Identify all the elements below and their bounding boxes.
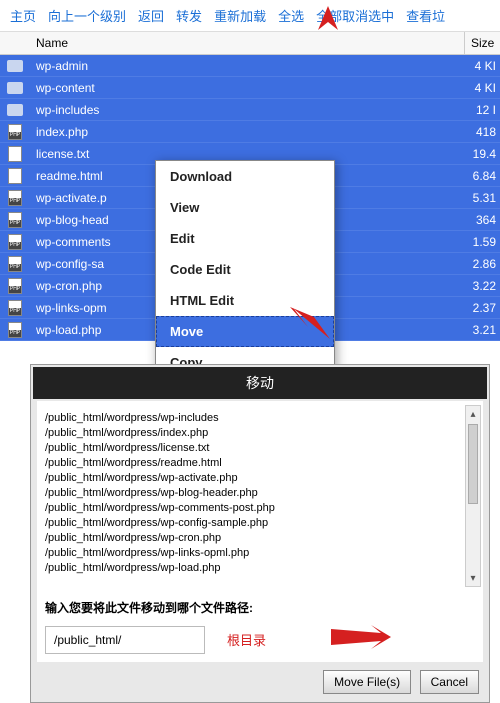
dialog-input-row: 根目录	[37, 618, 483, 662]
path-line: /public_html/wordpress/index.php	[45, 426, 475, 441]
file-name: wp-content	[30, 81, 465, 95]
path-line: /public_html/wordpress/wp-cron.php	[45, 531, 475, 546]
move-dialog: 移动 /public_html/wordpress/wp-includes/pu…	[30, 364, 490, 703]
file-size: 2.86	[465, 257, 500, 271]
path-line: /public_html/wordpress/wp-comments-post.…	[45, 501, 475, 516]
cancel-button[interactable]: Cancel	[420, 670, 479, 694]
file-size: 1.59	[465, 235, 500, 249]
annotation-root-label: 根目录	[227, 630, 266, 649]
dialog-title: 移动	[33, 367, 487, 399]
file-size: 364	[465, 213, 500, 227]
php-icon	[8, 234, 22, 250]
destination-path-input[interactable]	[45, 626, 205, 654]
toolbar-reload[interactable]: 重新加载	[214, 6, 266, 25]
top-toolbar: 主页 向上一个级别 返回 转发 重新加载 全选 全部取消选中 查看垃	[0, 0, 500, 32]
col-header-size[interactable]: Size	[465, 32, 500, 54]
txt-icon	[8, 146, 22, 162]
scroll-down-icon[interactable]: ▾	[466, 570, 480, 586]
file-size: 6.84	[465, 169, 500, 183]
path-line: /public_html/wordpress/wp-config-sample.…	[45, 516, 475, 531]
ctx-item-view[interactable]: View	[156, 192, 334, 223]
php-icon	[8, 124, 22, 140]
file-row[interactable]: wp-content4 KI	[0, 77, 500, 99]
path-line: /public_html/wordpress/wp-activate.php	[45, 471, 475, 486]
toolbar-trash[interactable]: 查看垃	[406, 6, 445, 25]
path-line: /public_html/wordpress/wp-includes	[45, 411, 475, 426]
file-row[interactable]: index.php418	[0, 121, 500, 143]
toolbar-home[interactable]: 主页	[10, 6, 36, 25]
dialog-buttons: Move File(s) Cancel	[31, 662, 489, 702]
scroll-thumb[interactable]	[468, 424, 478, 504]
file-size: 3.22	[465, 279, 500, 293]
folder-icon	[7, 60, 23, 72]
col-header-name[interactable]: Name	[30, 32, 465, 54]
php-icon	[8, 322, 22, 338]
file-name: license.txt	[30, 147, 465, 161]
toolbar-back[interactable]: 返回	[138, 6, 164, 25]
file-name: wp-admin	[30, 59, 465, 73]
php-icon	[8, 212, 22, 228]
toolbar-forward[interactable]: 转发	[176, 6, 202, 25]
file-size: 12 I	[465, 103, 500, 117]
file-pane: Name Size wp-admin4 KIwp-content4 KIwp-i…	[0, 32, 500, 341]
file-size: 19.4	[465, 147, 500, 161]
move-files-button[interactable]: Move File(s)	[323, 670, 411, 694]
toolbar-selectall[interactable]: 全选	[278, 6, 304, 25]
file-size: 4 KI	[465, 81, 500, 95]
file-size: 2.37	[465, 301, 500, 315]
file-size: 5.31	[465, 191, 500, 205]
file-header: Name Size	[0, 32, 500, 55]
dialog-path-list: /public_html/wordpress/wp-includes/publi…	[37, 401, 483, 591]
ctx-item-code-edit[interactable]: Code Edit	[156, 254, 334, 285]
dialog-scrollbar[interactable]: ▴ ▾	[465, 405, 481, 587]
file-row[interactable]: wp-includes12 I	[0, 99, 500, 121]
php-icon	[8, 278, 22, 294]
dialog-prompt: 输入您要将此文件移动到哪个文件路径:	[37, 591, 483, 618]
html-icon	[8, 168, 22, 184]
file-name: wp-includes	[30, 103, 465, 117]
path-line: /public_html/wordpress/readme.html	[45, 456, 475, 471]
file-size: 4 KI	[465, 59, 500, 73]
php-icon	[8, 300, 22, 316]
ctx-item-html-edit[interactable]: HTML Edit	[156, 285, 334, 316]
file-size: 3.21	[465, 323, 500, 337]
file-name: index.php	[30, 125, 465, 139]
file-row[interactable]: wp-admin4 KI	[0, 55, 500, 77]
toolbar-deselect[interactable]: 全部取消选中	[316, 6, 394, 25]
folder-icon	[7, 82, 23, 94]
path-line: /public_html/wordpress/wp-blog-header.ph…	[45, 486, 475, 501]
path-line: /public_html/wordpress/wp-load.php	[45, 561, 475, 576]
toolbar-up[interactable]: 向上一个级别	[48, 6, 126, 25]
ctx-item-download[interactable]: Download	[156, 161, 334, 192]
ctx-item-move[interactable]: Move	[156, 316, 334, 347]
folder-icon	[7, 104, 23, 116]
php-icon	[8, 190, 22, 206]
scroll-up-icon[interactable]: ▴	[466, 406, 480, 422]
path-line: /public_html/wordpress/wp-links-opml.php	[45, 546, 475, 561]
php-icon	[8, 256, 22, 272]
path-line: /public_html/wordpress/license.txt	[45, 441, 475, 456]
file-size: 418	[465, 125, 500, 139]
ctx-item-edit[interactable]: Edit	[156, 223, 334, 254]
